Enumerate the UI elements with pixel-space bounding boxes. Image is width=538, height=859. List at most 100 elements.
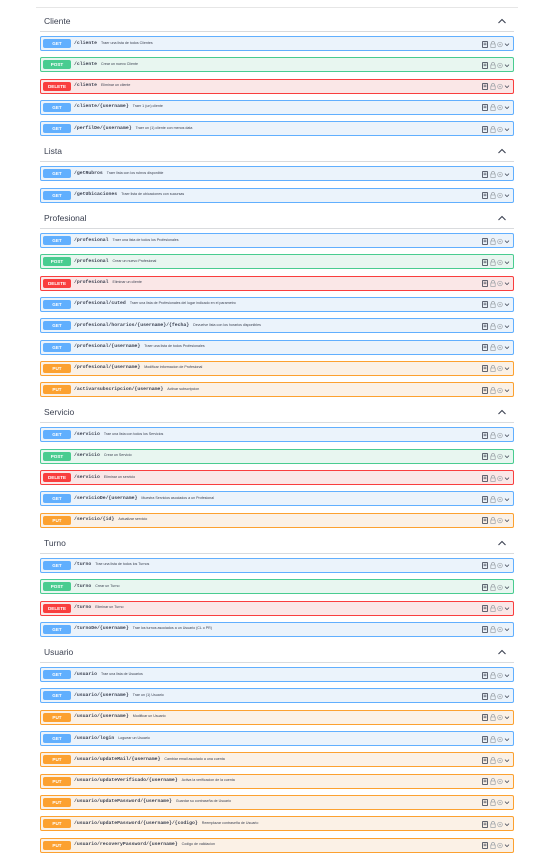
copy-icon[interactable] [482, 83, 488, 90]
lock-icon[interactable] [489, 474, 496, 482]
copy-icon[interactable] [482, 61, 488, 69]
share-icon[interactable] [497, 280, 503, 287]
operation-row[interactable]: PUT /usuario/{username} Modificar un Usua… [40, 709, 514, 725]
share-icon[interactable] [497, 432, 503, 439]
operation-row[interactable]: DELETE /profesional Eliminar un cliente [40, 275, 514, 291]
chevron-down-icon[interactable] [504, 344, 510, 351]
copy-icon[interactable] [482, 626, 488, 634]
chevron-down-icon[interactable] [504, 799, 510, 806]
operation-row[interactable]: GET /turno Trae una lista de todos los Tu… [40, 557, 514, 573]
lock-icon[interactable] [489, 671, 496, 679]
copy-icon[interactable] [482, 562, 488, 570]
operation-row[interactable]: PUT /usuario/updatePassword/{username} Gu… [40, 794, 514, 810]
operation-row[interactable]: DELETE /servicio Eliminar un servicio [40, 470, 514, 486]
operation-row[interactable]: GET /servicio Trae una lista con todos lo… [40, 427, 514, 443]
copy-icon[interactable] [482, 386, 488, 394]
copy-icon[interactable] [482, 453, 488, 461]
chevron-up-icon[interactable] [496, 15, 508, 27]
share-icon[interactable] [497, 238, 503, 245]
operation-row[interactable]: GET /profesional/{username} Traer una lis… [40, 339, 514, 355]
chevron-down-icon[interactable] [504, 693, 510, 700]
share-icon[interactable] [497, 62, 503, 69]
chevron-down-icon[interactable] [504, 453, 510, 460]
copy-icon[interactable] [482, 301, 488, 309]
chevron-down-icon[interactable] [504, 626, 510, 633]
lock-icon[interactable] [489, 453, 496, 461]
chevron-down-icon[interactable] [504, 605, 510, 612]
operation-row[interactable]: GET /cliente/{username} Traer 1 (un) clie… [40, 99, 514, 115]
operation-row[interactable]: GET /usuario Trae una lista de Usuarios [40, 667, 514, 683]
share-icon[interactable] [497, 584, 503, 591]
share-icon[interactable] [497, 387, 503, 394]
share-icon[interactable] [497, 104, 503, 111]
share-icon[interactable] [497, 41, 503, 48]
operation-row[interactable]: GET /cliente Traer una lista de todos Cli… [40, 36, 514, 51]
group-header[interactable]: Lista [40, 142, 514, 163]
operation-row[interactable]: POST /servicio Crear un Servicio [40, 448, 514, 464]
lock-icon[interactable] [489, 714, 496, 721]
share-icon[interactable] [497, 517, 503, 524]
share-icon[interactable] [497, 259, 503, 266]
operation-row[interactable]: POST /turno Crear un Turno [40, 579, 514, 595]
lock-icon[interactable] [489, 62, 496, 69]
copy-icon[interactable] [482, 237, 488, 245]
share-icon[interactable] [497, 453, 503, 460]
share-icon[interactable] [497, 192, 503, 199]
share-icon[interactable] [497, 672, 503, 679]
share-icon[interactable] [497, 496, 503, 503]
lock-icon[interactable] [489, 693, 496, 700]
operation-row[interactable]: GET /perfilDe/{username} Traer un (1) cli… [40, 121, 514, 137]
chevron-down-icon[interactable] [504, 562, 510, 569]
lock-icon[interactable] [489, 735, 496, 743]
operation-row[interactable]: GET /usuario/login Loguear un Usuario [40, 731, 514, 747]
operation-row[interactable]: PUT /usuario/updateVerificado/{username}… [40, 773, 514, 789]
copy-icon[interactable] [482, 365, 488, 373]
chevron-down-icon[interactable] [504, 757, 510, 764]
lock-icon[interactable] [489, 820, 496, 828]
lock-icon[interactable] [489, 386, 496, 394]
lock-icon[interactable] [489, 778, 496, 785]
lock-icon[interactable] [489, 280, 496, 287]
copy-icon[interactable] [482, 432, 488, 439]
lock-icon[interactable] [489, 344, 496, 351]
share-icon[interactable] [497, 83, 503, 90]
copy-icon[interactable] [482, 693, 488, 700]
chevron-down-icon[interactable] [504, 171, 510, 178]
lock-icon[interactable] [489, 496, 496, 503]
copy-icon[interactable] [482, 842, 488, 849]
share-icon[interactable] [497, 365, 503, 372]
share-icon[interactable] [497, 626, 503, 633]
share-icon[interactable] [497, 842, 503, 849]
copy-icon[interactable] [482, 799, 488, 807]
copy-icon[interactable] [482, 171, 488, 178]
copy-icon[interactable] [482, 757, 488, 764]
group-header[interactable]: Usuario [40, 643, 514, 664]
share-icon[interactable] [497, 693, 503, 700]
chevron-down-icon[interactable] [504, 192, 510, 199]
share-icon[interactable] [497, 714, 503, 721]
chevron-up-icon[interactable] [496, 406, 508, 418]
chevron-down-icon[interactable] [504, 517, 510, 524]
group-header[interactable]: Cliente [40, 12, 514, 32]
chevron-down-icon[interactable] [504, 496, 510, 503]
lock-icon[interactable] [489, 799, 496, 807]
chevron-down-icon[interactable] [504, 387, 510, 394]
chevron-down-icon[interactable] [504, 475, 510, 482]
operation-row[interactable]: GET /usuario/{username} Trae un (1) Usuar… [40, 688, 514, 704]
operation-row[interactable]: PUT /usuario/recoveryPassword/{username}… [40, 837, 514, 853]
chevron-down-icon[interactable] [504, 62, 510, 69]
copy-icon[interactable] [482, 344, 488, 351]
copy-icon[interactable] [482, 671, 488, 679]
share-icon[interactable] [497, 126, 503, 133]
lock-icon[interactable] [489, 365, 496, 373]
chevron-down-icon[interactable] [504, 301, 510, 308]
group-header[interactable]: Servicio [40, 403, 514, 424]
copy-icon[interactable] [482, 778, 488, 785]
lock-icon[interactable] [489, 605, 496, 612]
operation-row[interactable]: GET /servicioDe/{username} Muestra Servic… [40, 491, 514, 507]
chevron-up-icon[interactable] [496, 537, 508, 549]
share-icon[interactable] [497, 171, 503, 178]
share-icon[interactable] [497, 323, 503, 330]
chevron-up-icon[interactable] [496, 646, 508, 658]
lock-icon[interactable] [489, 626, 496, 634]
